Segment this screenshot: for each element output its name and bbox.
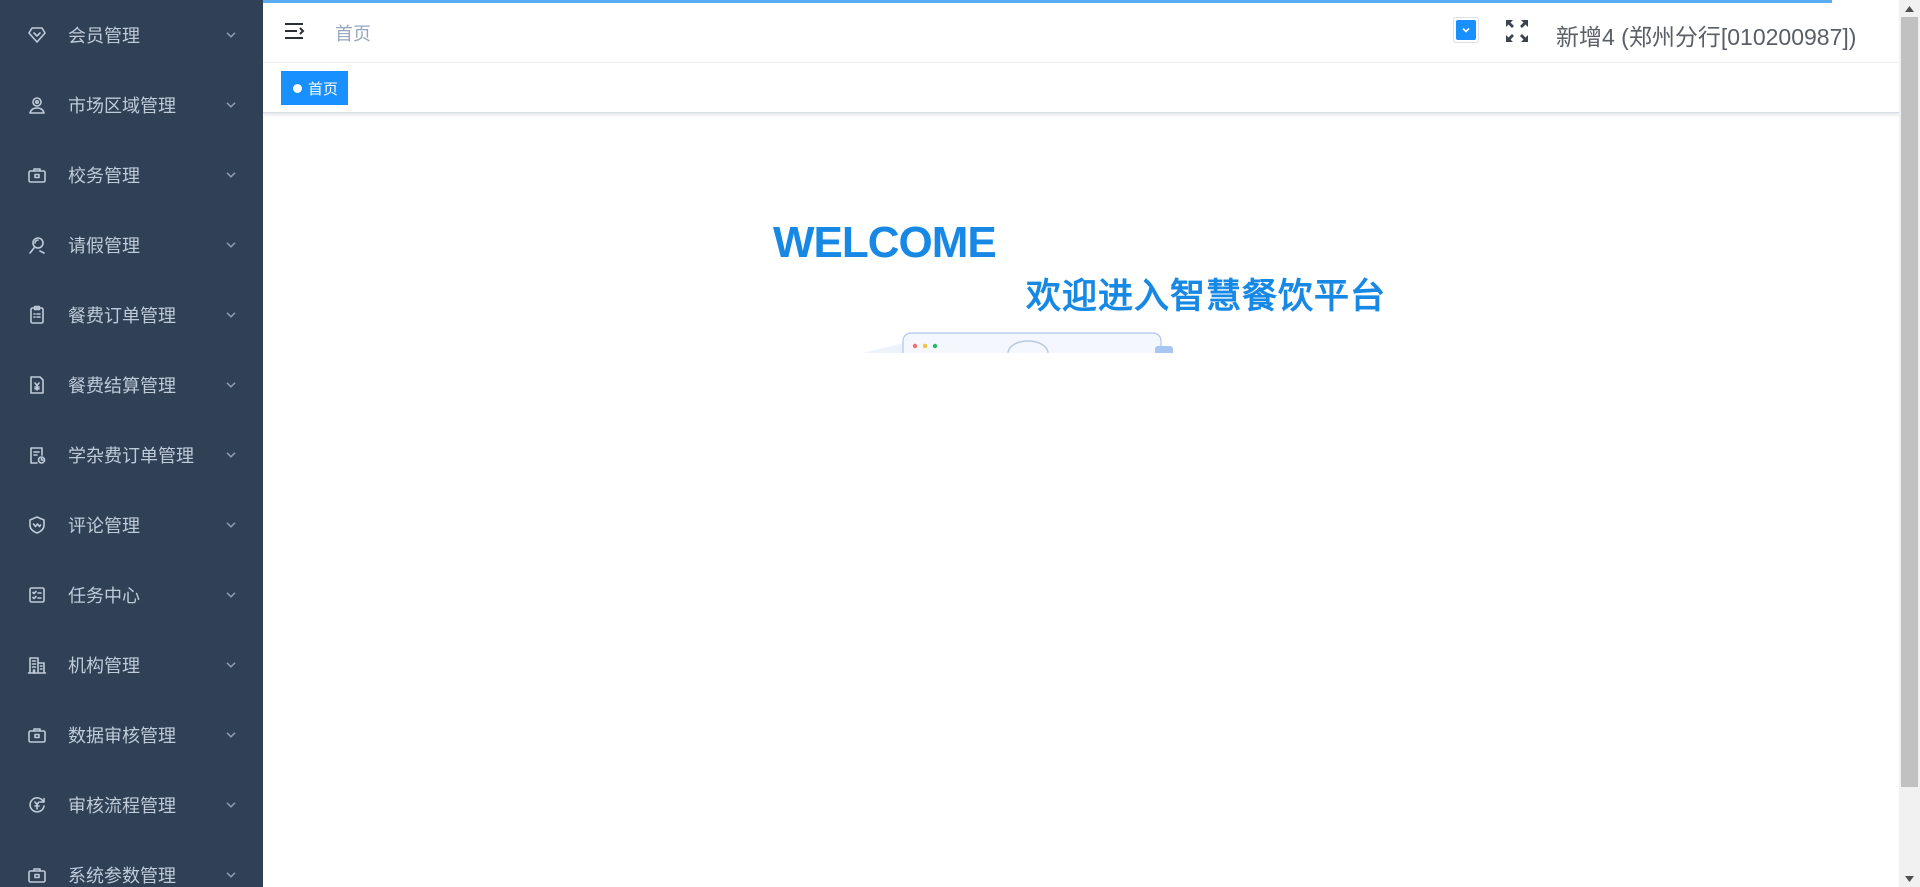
chevron-down-icon [225, 868, 237, 880]
sidebar: 会员管理 市场区域管理 校务管理 请假管理 餐费订单管理 餐费结算管理 学杂费订… [0, 0, 263, 887]
sidebar-item-system-params[interactable]: 系统参数管理 [0, 840, 263, 887]
market-area-icon [26, 94, 48, 116]
sidebar-item-label: 请假管理 [68, 236, 140, 256]
task-list-icon [26, 584, 48, 606]
sidebar-item-label: 市场区域管理 [68, 96, 176, 116]
sidebar-item-fee-order[interactable]: 学杂费订单管理 [0, 420, 263, 490]
sidebar-item-label: 校务管理 [68, 166, 140, 186]
briefcase-icon [26, 724, 48, 746]
sidebar-item-market-area[interactable]: 市场区域管理 [0, 70, 263, 140]
chevron-down-icon [225, 168, 237, 180]
fullscreen-icon[interactable] [1504, 18, 1530, 44]
tags-view: 首页 [263, 63, 1900, 113]
sidebar-item-label: 学杂费订单管理 [68, 446, 194, 466]
clipboard-icon [26, 304, 48, 326]
role-dropdown[interactable] [1453, 17, 1479, 43]
building-icon [26, 654, 48, 676]
scrollbar-thumb[interactable] [1901, 17, 1918, 787]
sidebar-item-label: 餐费结算管理 [68, 376, 176, 396]
sidebar-item-comment[interactable]: 评论管理 [0, 490, 263, 560]
sidebar-item-member[interactable]: 会员管理 [0, 0, 263, 70]
sidebar-item-label: 评论管理 [68, 516, 140, 536]
sidebar-item-meal-order[interactable]: 餐费订单管理 [0, 280, 263, 350]
vertical-scrollbar[interactable] [1899, 0, 1920, 887]
briefcase-icon [26, 164, 48, 186]
sidebar-item-meal-settlement[interactable]: 餐费结算管理 [0, 350, 263, 420]
sidebar-item-label: 机构管理 [68, 656, 140, 676]
chevron-down-icon [225, 308, 237, 320]
breadcrumb[interactable]: 首页 [335, 20, 371, 46]
sidebar-item-label: 任务中心 [68, 586, 140, 606]
app-root: 会员管理 市场区域管理 校务管理 请假管理 餐费订单管理 餐费结算管理 学杂费订… [0, 0, 1920, 887]
chevron-down-icon [225, 588, 237, 600]
sidebar-item-label: 餐费订单管理 [68, 306, 176, 326]
navbar: 首页 新增4 (郑州分行[010200987]) [263, 0, 1900, 63]
welcome-illustration [863, 330, 1173, 353]
hamburger-menu-icon[interactable] [283, 20, 305, 42]
active-dot-icon [293, 83, 302, 93]
member-icon [26, 24, 48, 46]
sidebar-item-label: 审核流程管理 [68, 796, 176, 816]
welcome-subtitle: 欢迎进入智慧餐饮平台 [1026, 277, 1387, 317]
sidebar-item-organization[interactable]: 机构管理 [0, 630, 263, 700]
chevron-down-icon [225, 238, 237, 250]
sidebar-item-label: 会员管理 [68, 26, 140, 46]
chevron-down-icon [225, 28, 237, 40]
settlement-icon [26, 374, 48, 396]
sidebar-item-task-center[interactable]: 任务中心 [0, 560, 263, 630]
chevron-down-icon [225, 98, 237, 110]
fee-order-icon [26, 444, 48, 466]
scroll-up-arrow-icon[interactable] [1899, 0, 1920, 17]
chevron-down-icon [225, 518, 237, 530]
tag-home[interactable]: 首页 [281, 71, 349, 105]
sidebar-item-label: 系统参数管理 [68, 866, 176, 886]
sidebar-item-audit-process[interactable]: 审核流程管理 [0, 770, 263, 840]
tag-label: 首页 [308, 80, 339, 98]
briefcase-icon [26, 864, 48, 886]
chevron-down-icon [225, 728, 237, 740]
scroll-down-arrow-icon[interactable] [1899, 870, 1920, 887]
user-account-name[interactable]: 新增4 (郑州分行[010200987]) [1556, 18, 1856, 52]
sidebar-item-school-affairs[interactable]: 校务管理 [0, 140, 263, 210]
leave-icon [26, 234, 48, 256]
chevron-down-icon [225, 448, 237, 460]
sidebar-item-label: 数据审核管理 [68, 726, 176, 746]
chevron-down-icon [1456, 20, 1476, 40]
sidebar-item-leave[interactable]: 请假管理 [0, 210, 263, 280]
page-loading-bar [263, 0, 1832, 3]
comment-shield-icon [26, 514, 48, 536]
sidebar-item-data-audit[interactable]: 数据审核管理 [0, 700, 263, 770]
main-content: 首页 新增4 (郑州分行[010200987]) 首页 WELCOME 欢迎进入… [263, 0, 1900, 887]
chevron-down-icon [225, 378, 237, 390]
chevron-down-icon [225, 798, 237, 810]
welcome-title: WELCOME [773, 218, 997, 267]
process-icon [26, 794, 48, 816]
chevron-down-icon [225, 658, 237, 670]
